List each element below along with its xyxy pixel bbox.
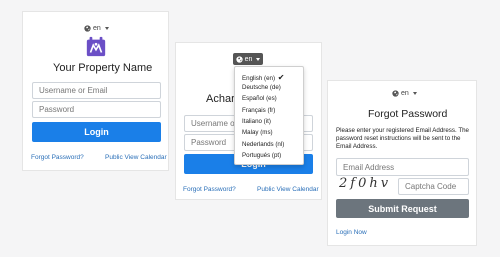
login-now-link[interactable]: Login Now [336,229,367,236]
language-option[interactable]: English (en) ✔ [242,73,284,82]
language-dropdown-menu: English (en) ✔ Deutsche (de) Español (es… [234,66,304,165]
forgot-password-link[interactable]: Forgot Password? [183,186,236,193]
forgot-password-card: en Forgot Password Please enter your reg… [327,80,477,246]
caret-down-icon [104,27,109,30]
submit-request-button[interactable]: Submit Request [336,199,469,218]
globe-icon [235,55,243,63]
language-code: en [244,55,253,63]
language-option[interactable]: Nederlands (nl) [242,141,284,148]
forgot-password-description: Please enter your registered Email Addre… [336,127,469,150]
language-code: en [401,90,409,97]
forgot-password-title: Forgot Password [368,108,448,120]
language-code: en [93,25,101,32]
language-toggle-button[interactable]: en [233,53,263,65]
language-selector[interactable]: en [392,90,417,97]
captcha-image: 2f0hv [339,176,392,191]
language-option[interactable]: Italiano (it) [242,118,271,125]
language-option[interactable]: Malay (ms) [242,129,273,136]
language-option[interactable]: Deutsche (de) [242,84,281,91]
language-selector[interactable]: en [84,25,109,32]
checkmark-icon: ✔ [277,73,285,82]
caret-down-icon [256,57,261,61]
email-input[interactable]: Email Address [336,158,469,176]
globe-icon [84,25,91,32]
globe-icon [392,90,399,97]
property-logo-icon [86,36,106,57]
public-calendar-link[interactable]: Public View Calendar [105,154,167,161]
username-input[interactable]: Username or Email [32,82,161,99]
property-name-title: Your Property Name [53,62,153,74]
language-option[interactable]: Español (es) [242,95,277,102]
language-option[interactable]: Français (fr) [242,107,275,114]
caret-down-icon [412,92,417,95]
forgot-password-link[interactable]: Forgot Password? [31,154,84,161]
login-card: en Your Property Name Username or Email … [22,11,169,171]
public-calendar-link[interactable]: Public View Calendar [257,186,319,193]
captcha-input[interactable]: Captcha Code [398,178,469,195]
language-option[interactable]: Portugués (pt) [242,152,281,159]
login-button[interactable]: Login [32,122,161,142]
password-input[interactable]: Password [32,101,161,118]
